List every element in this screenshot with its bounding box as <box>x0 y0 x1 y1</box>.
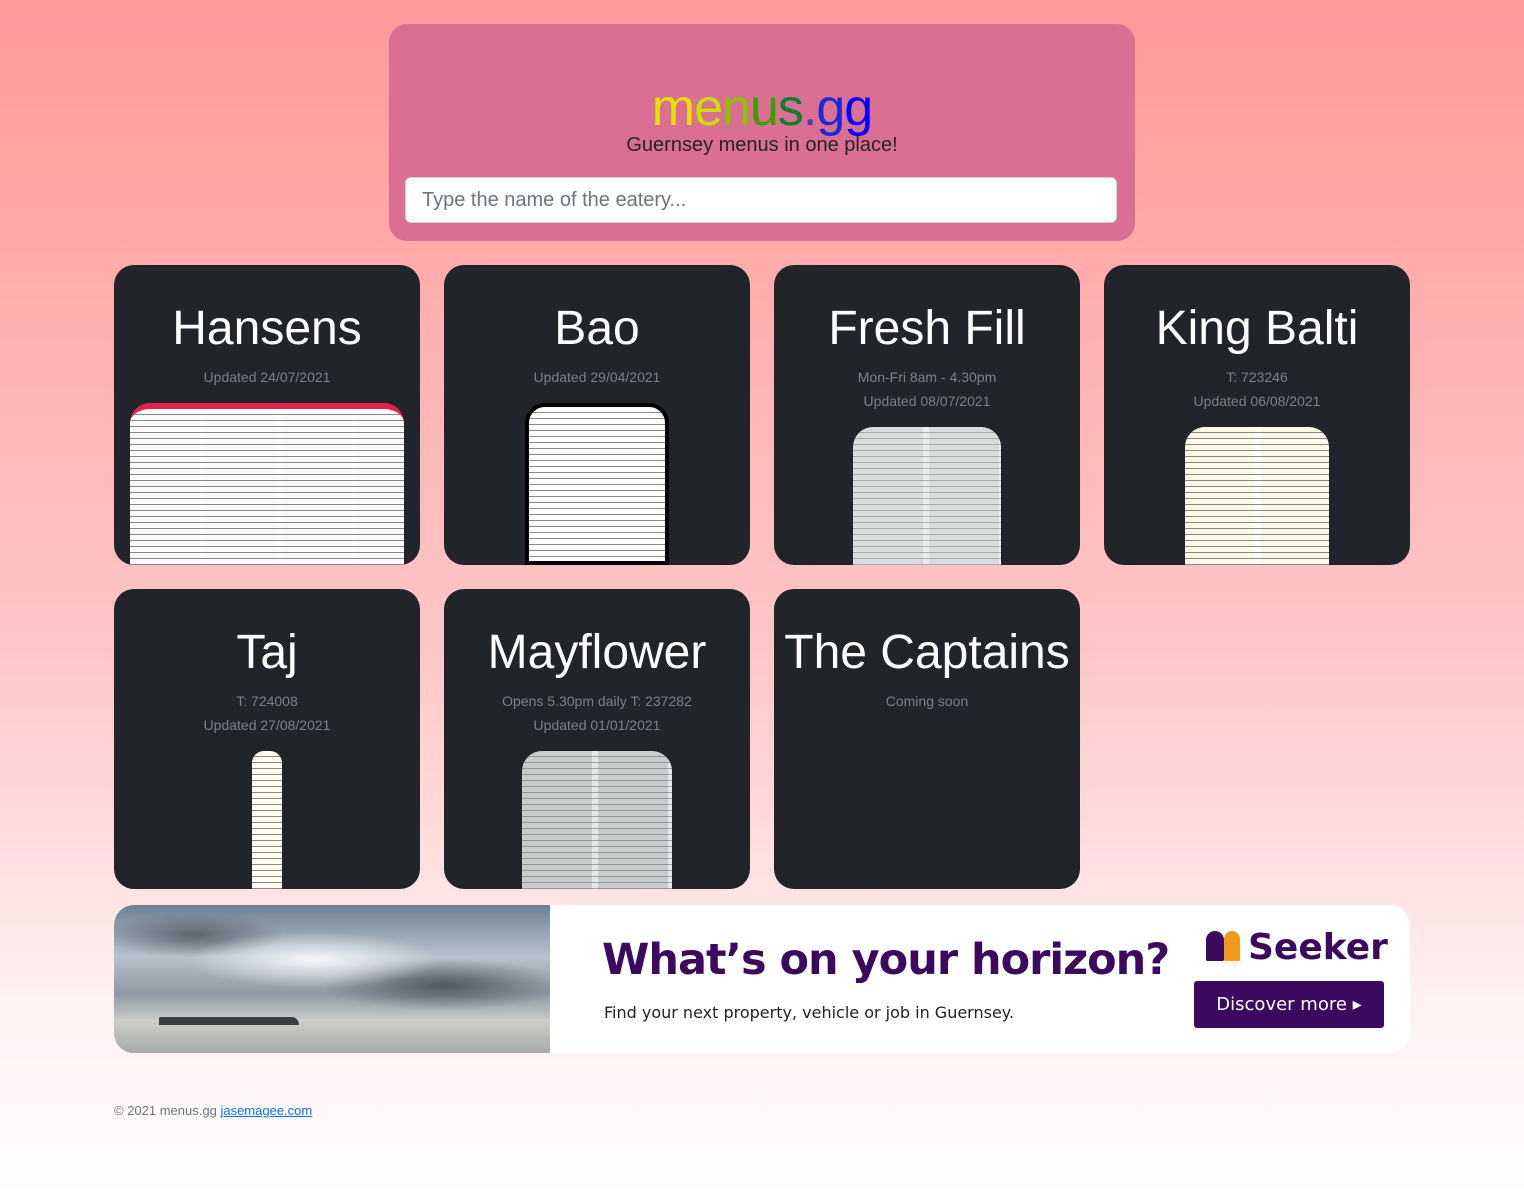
logo-char: . <box>802 79 817 137</box>
eatery-status: Coming soon <box>885 693 969 709</box>
logo-char: n <box>722 79 751 137</box>
eatery-name: Bao <box>554 302 640 355</box>
search-input[interactable] <box>405 177 1117 223</box>
copyright: © 2021 menus.gg <box>114 1103 217 1118</box>
tagline: Guernsey menus in one place! <box>626 134 898 156</box>
seeker-brand-name: Seeker <box>1248 927 1388 968</box>
menu-thumbnail[interactable] <box>853 427 1001 565</box>
eatery-updated: Updated 24/07/2021 <box>203 369 331 385</box>
logo-char: s <box>777 79 804 137</box>
logo-char: u <box>749 79 779 137</box>
horizon-photo <box>114 905 550 1053</box>
eatery-hours: Opens 5.30pm daily T: 237282 <box>502 693 692 709</box>
eatery-updated: Updated 08/07/2021 <box>863 393 991 409</box>
eatery-name: King Balti <box>1155 302 1359 355</box>
menu-thumbnail[interactable] <box>525 403 669 565</box>
eatery-card-hansens[interactable]: Hansens Updated 24/07/2021 <box>114 265 420 565</box>
footer-link[interactable]: jasemagee.com <box>220 1103 312 1118</box>
header-panel: menus.gg Guernsey menus in one place! <box>389 24 1135 241</box>
eatery-updated: Updated 01/01/2021 <box>533 717 661 733</box>
eatery-hours: Mon-Fri 8am - 4.30pm <box>857 369 997 385</box>
eatery-updated: Updated 29/04/2021 <box>533 369 661 385</box>
logo-char: g <box>816 79 845 137</box>
eatery-updated: Updated 27/08/2021 <box>203 717 331 733</box>
seeker-logo-icon <box>1204 927 1244 963</box>
menu-thumbnail[interactable] <box>522 751 672 889</box>
logo-char: m <box>651 79 695 137</box>
eatery-name: Fresh Fill <box>828 302 1026 355</box>
seeker-logo: Seeker <box>1204 927 1388 971</box>
menu-thumbnail[interactable] <box>130 403 404 565</box>
ad-subtext: Find your next property, vehicle or job … <box>604 1003 1015 1022</box>
menu-thumbnail[interactable] <box>1185 427 1329 565</box>
eatery-name: The Captains <box>784 626 1070 679</box>
eatery-phone: T: 724008 <box>236 693 298 709</box>
eatery-name: Mayflower <box>487 626 707 679</box>
eatery-name: Taj <box>236 626 298 679</box>
site-logo[interactable]: menus.gg <box>389 76 1135 140</box>
eatery-card-the-captains[interactable]: The Captains Coming soon <box>774 589 1080 889</box>
eatery-updated: Updated 06/08/2021 <box>1193 393 1321 409</box>
eatery-phone: T: 723246 <box>1226 369 1288 385</box>
advert-banner[interactable]: What’s on your horizon? Find your next p… <box>114 905 1410 1053</box>
logo-char: g <box>844 79 873 137</box>
eatery-card-mayflower[interactable]: Mayflower Opens 5.30pm daily T: 237282 U… <box>444 589 750 889</box>
menu-thumbnail[interactable] <box>252 751 282 889</box>
eatery-name: Hansens <box>172 302 362 355</box>
eatery-card-fresh-fill[interactable]: Fresh Fill Mon-Fri 8am - 4.30pm Updated … <box>774 265 1080 565</box>
logo-char: e <box>694 79 723 137</box>
island <box>159 1017 299 1025</box>
ad-headline: What’s on your horizon? <box>602 935 1170 985</box>
footer: © 2021 menus.gg jasemagee.com <box>114 1103 312 1118</box>
discover-more-button[interactable]: Discover more ▸ <box>1194 981 1384 1028</box>
eatery-card-bao[interactable]: Bao Updated 29/04/2021 <box>444 265 750 565</box>
eatery-card-king-balti[interactable]: King Balti T: 723246 Updated 06/08/2021 <box>1104 265 1410 565</box>
eatery-card-taj[interactable]: Taj T: 724008 Updated 27/08/2021 <box>114 589 420 889</box>
